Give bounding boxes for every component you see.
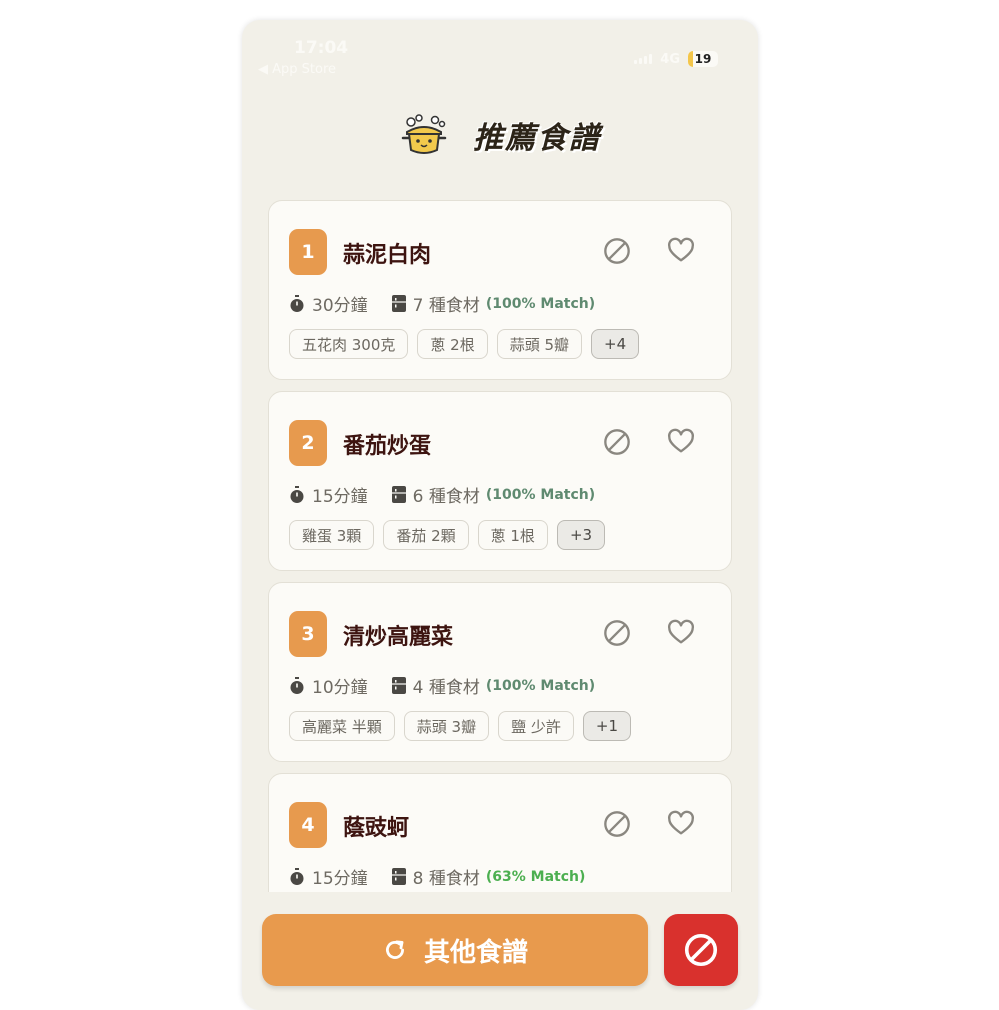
block-recipe-button[interactable] (601, 808, 633, 840)
back-to-app-store[interactable]: ◀ App Store (258, 62, 336, 77)
ingredient-count: 6 種食材 (412, 487, 480, 507)
recipe-meta: 10分鐘 4 種食材 (100% Match) (289, 673, 595, 698)
ingredient-tag: 番茄 2顆 (383, 520, 469, 550)
match-score: (100% Match) (485, 295, 596, 312)
timer-icon (289, 294, 305, 313)
ingredient-tag: 五花肉 300克 (289, 329, 409, 359)
match-score: (100% Match) (485, 486, 596, 503)
recipe-name: 清炒高麗菜 (343, 625, 454, 650)
timer-icon (289, 676, 305, 695)
ingredient-tags: 高麗菜 半顆 蒜頭 3瓣鹽 少許 +1 (289, 711, 631, 741)
other-recipes-button[interactable]: 其他食譜 (262, 914, 648, 986)
block-icon (604, 429, 630, 455)
battery-level: 19 (694, 52, 712, 66)
heart-icon (668, 810, 694, 835)
page-header: 推薦食譜 (242, 110, 758, 160)
pot-icon (401, 114, 447, 154)
recipe-meta: 15分鐘 6 種食材 (100% Match) (289, 482, 595, 507)
status-indicators: 4G 19 (634, 51, 718, 67)
ingredient-tags: 雞蛋 3顆 番茄 2顆蔥 1根 +3 (289, 520, 606, 550)
cook-time: 10分鐘 (312, 678, 368, 698)
fridge-icon (391, 677, 406, 694)
ingredient-tag: 雞蛋 3顆 (289, 520, 375, 550)
recipe-card[interactable]: 4 蔭豉蚵 15分鐘 8 種食材 (63% Match) (268, 773, 732, 892)
recipe-list[interactable]: 1 蒜泥白肉 30分鐘 7 種食材 (100% Match) 五花肉 300克蔥 2根 蒜頭… (268, 200, 732, 892)
app-screen: 17:04 ◀ App Store 4G 19 推薦食譜 1 蒜泥白肉 30分鐘 7 … (242, 20, 758, 1010)
ingredient-tags: 五花肉 300克蔥 2根 蒜頭 5瓣 +4 (289, 329, 640, 359)
block-icon (604, 811, 630, 837)
network-label: 4G (660, 51, 680, 67)
block-recipe-button[interactable] (601, 617, 633, 649)
more-ingredients-tag[interactable]: +3 (556, 520, 606, 550)
match-score: (100% Match) (485, 677, 596, 694)
heart-icon (668, 428, 694, 453)
block-icon (604, 238, 630, 264)
recipe-rank-badge: 1 (289, 229, 327, 275)
timer-icon (289, 867, 305, 886)
ingredient-tag: 高麗菜 半顆 (289, 711, 395, 741)
page-title: 推薦食譜 (473, 121, 601, 156)
more-ingredients-tag[interactable]: +1 (582, 711, 631, 741)
recipe-card[interactable]: 2 番茄炒蛋 15分鐘 6 種食材 (100% Match) 雞蛋 3顆 番茄 2顆蔥 1根… (268, 391, 732, 571)
heart-icon (668, 619, 694, 644)
recipe-meta: 15分鐘 8 種食材 (63% Match) (289, 864, 585, 889)
ingredient-tag: 蒜頭 3瓣 (403, 711, 490, 741)
refresh-icon (386, 940, 404, 959)
ingredient-count: 8 種食材 (412, 869, 480, 889)
other-recipes-label: 其他食譜 (423, 937, 528, 968)
favorite-button[interactable] (665, 426, 697, 458)
match-score: (63% Match) (485, 868, 586, 885)
block-icon (604, 620, 630, 646)
recipe-card[interactable]: 1 蒜泥白肉 30分鐘 7 種食材 (100% Match) 五花肉 300克蔥 2根 蒜頭… (268, 200, 732, 380)
recipe-rank-badge: 2 (289, 420, 327, 466)
favorite-button[interactable] (665, 617, 697, 649)
cook-time: 15分鐘 (312, 869, 368, 889)
block-recipe-button[interactable] (601, 235, 633, 267)
ingredient-tag: 蒜頭 5瓣 (496, 329, 583, 359)
block-recipe-button[interactable] (601, 426, 633, 458)
ingredient-tag: 鹽 少許 (498, 711, 574, 741)
recipe-meta: 30分鐘 7 種食材 (100% Match) (289, 291, 595, 316)
fridge-icon (391, 868, 406, 885)
ingredient-tag: 蔥 1根 (477, 520, 548, 550)
cook-time: 15分鐘 (312, 487, 368, 507)
recipe-name: 蒜泥白肉 (343, 243, 432, 268)
timer-icon (289, 485, 305, 504)
ingredient-count: 7 種食材 (412, 296, 480, 316)
recipe-card[interactable]: 3 清炒高麗菜 10分鐘 4 種食材 (100% Match) 高麗菜 半顆 蒜頭 3瓣鹽 … (268, 582, 732, 762)
favorite-button[interactable] (665, 235, 697, 267)
recipe-rank-badge: 4 (289, 802, 327, 848)
recipe-name: 蔭豉蚵 (343, 816, 410, 841)
block-icon (684, 933, 718, 967)
block-button[interactable] (664, 914, 738, 986)
favorite-button[interactable] (665, 808, 697, 840)
status-time: 17:04 (294, 38, 349, 58)
signal-icon (634, 54, 653, 64)
heart-icon (668, 237, 694, 262)
fridge-icon (391, 295, 406, 312)
ingredient-tag: 蔥 2根 (417, 329, 488, 359)
recipe-name: 番茄炒蛋 (343, 434, 432, 459)
ingredient-count: 4 種食材 (412, 678, 480, 698)
fridge-icon (391, 486, 406, 503)
battery-icon: 19 (688, 51, 718, 67)
recipe-rank-badge: 3 (289, 611, 327, 657)
more-ingredients-tag[interactable]: +4 (591, 329, 640, 359)
cook-time: 30分鐘 (312, 296, 368, 316)
